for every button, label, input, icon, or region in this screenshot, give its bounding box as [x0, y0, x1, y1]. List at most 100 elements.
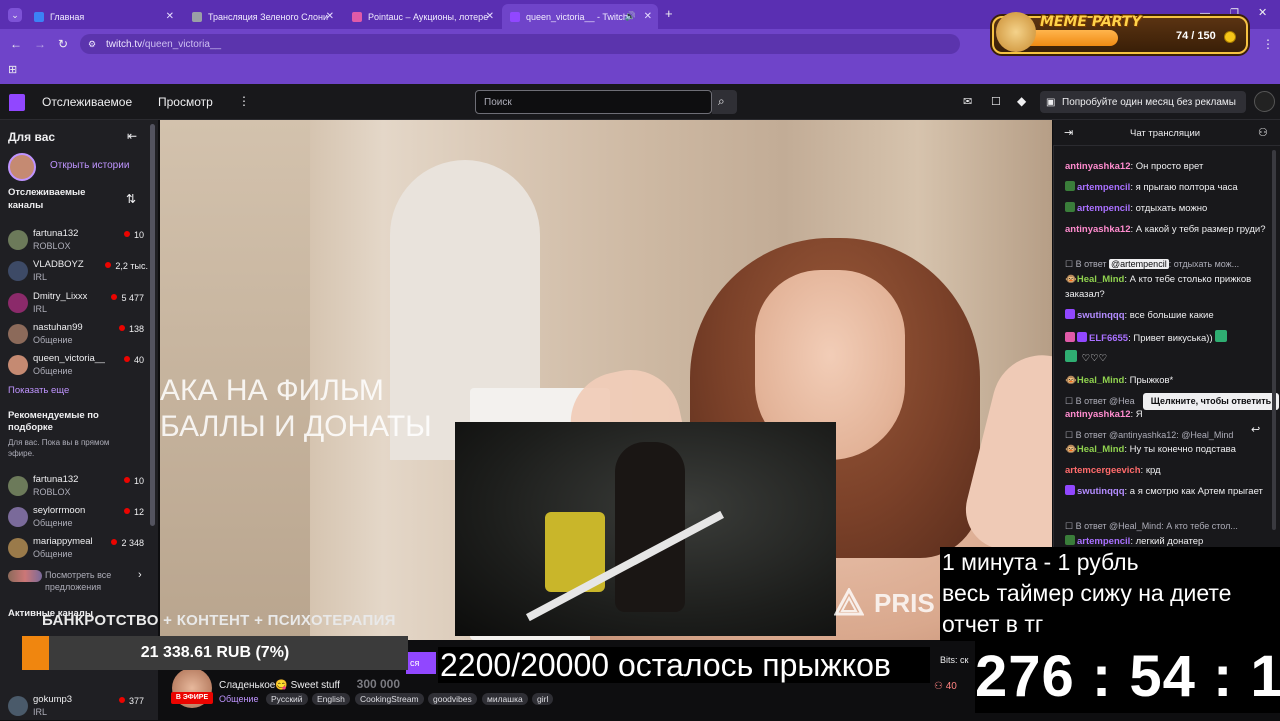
- avatar: [8, 355, 28, 375]
- close-tab-icon[interactable]: ✕: [326, 11, 334, 22]
- chat-text: А какой у тебя размер груди?: [1135, 224, 1266, 235]
- site-info-icon[interactable]: ⚙: [88, 39, 96, 50]
- chat-reply-context[interactable]: ☐ В ответ @artempencil: отдыхать мож...: [1065, 259, 1265, 270]
- overlay-line: весь таймер сижу на диете: [942, 580, 1232, 606]
- sidebar-item-fartuna132[interactable]: fartuna132 ROBLOX 10: [0, 225, 158, 255]
- chat-username[interactable]: antinyashka12: [1065, 161, 1130, 172]
- chat-message[interactable]: artempencil: я прыгаю полтора часа: [1065, 180, 1275, 195]
- back-arrow-icon[interactable]: ←: [10, 38, 22, 50]
- twitch-logo-icon[interactable]: [9, 94, 25, 111]
- ad-free-promo-button[interactable]: ▣ Попробуйте один месяц без рекламы: [1040, 91, 1246, 113]
- whispers-icon[interactable]: ☐: [991, 96, 1001, 108]
- sidebar-item-mariappymeal[interactable]: mariappymeal Общение 2 348: [0, 533, 158, 563]
- community-icon[interactable]: ⚇: [1258, 127, 1268, 139]
- channel-category: IRL: [33, 304, 48, 314]
- chat-text: Он просто врет: [1135, 161, 1204, 172]
- overlay-banner-text: БАНКРОТСТВО + КОНТЕНТ + ПСИХОТЕРАПИЯ: [42, 612, 396, 629]
- reload-icon[interactable]: ↻: [58, 38, 68, 50]
- chat-reply-context[interactable]: ☐ В ответ @Heal_Mind: А кто тебе стол...: [1065, 521, 1265, 532]
- stream-category-link[interactable]: Общение: [219, 694, 258, 704]
- chat-username[interactable]: antinyashka12: [1065, 224, 1130, 235]
- chevron-right-icon: ›: [138, 569, 142, 581]
- more-options-icon[interactable]: ⋮: [238, 95, 250, 107]
- chat-message[interactable]: artempencil: отдыхать можно: [1065, 201, 1275, 216]
- close-tab-icon[interactable]: ✕: [644, 11, 652, 22]
- subscribe-button-fragment[interactable]: ся: [406, 652, 436, 674]
- see-all-recommendations[interactable]: Посмотреть все предложения ›: [8, 568, 148, 594]
- chat-scrollbar[interactable]: [1272, 150, 1276, 530]
- user-avatar[interactable]: [1254, 91, 1275, 112]
- sidebar-item-fartuna132-rec[interactable]: fartuna132 ROBLOX 10: [0, 471, 158, 501]
- sidebar-item-nastuhan99[interactable]: nastuhan99 Общение 138: [0, 319, 158, 349]
- search-button[interactable]: ⌕: [712, 90, 737, 114]
- browser-tab-pointauc[interactable]: Pointauc – Аукционы, лотереи ✕: [344, 4, 500, 29]
- chat-text: а я смотрю как Артем прыгает: [1129, 486, 1263, 497]
- reply-icon: ☐: [1065, 259, 1074, 269]
- chat-username[interactable]: swutinqqq: [1077, 310, 1125, 321]
- collapse-chat-icon[interactable]: ⇥: [1064, 127, 1073, 139]
- browser-menu-icon[interactable]: ⋮: [1262, 38, 1274, 50]
- speaker-icon[interactable]: 🔊: [625, 11, 636, 22]
- chat-message[interactable]: 🐵Heal_Mind: Прыжков*: [1065, 373, 1275, 388]
- new-tab-icon[interactable]: +: [665, 7, 673, 20]
- chat-message[interactable]: artemcergeevich: крд: [1065, 463, 1275, 478]
- browser-tab-elephant[interactable]: Трансляция Зеленого Слоника ✕: [184, 4, 340, 29]
- nav-following[interactable]: Отслеживаемое: [42, 95, 132, 109]
- tag-goodvibes[interactable]: goodvibes: [428, 693, 477, 705]
- apps-grid-icon[interactable]: ⊞: [8, 64, 17, 76]
- chat-username[interactable]: Heal_Mind: [1077, 274, 1125, 285]
- jumps-remaining-overlay: 2200/20000 осталось прыжков: [438, 647, 930, 683]
- stacked-avatars-icon: [8, 570, 42, 582]
- sidebar-item-seylorrmoon[interactable]: seylorrmoon Общение 12: [0, 502, 158, 532]
- collapse-sidebar-icon[interactable]: ⇤: [127, 130, 137, 142]
- reply-arrow-icon[interactable]: ↩: [1251, 424, 1260, 436]
- tag-cookingstream[interactable]: CookingStream: [355, 693, 424, 705]
- chat-message[interactable]: swutinqqq: все большие какие: [1065, 308, 1275, 323]
- chat-username[interactable]: ELF6655: [1089, 333, 1128, 344]
- chat-username[interactable]: artempencil: [1077, 536, 1130, 547]
- nav-browse[interactable]: Просмотр: [158, 95, 213, 109]
- tab-menu-icon[interactable]: ⌄: [8, 8, 22, 22]
- search-input[interactable]: Поиск: [475, 90, 712, 114]
- chat-text: крд: [1145, 465, 1161, 476]
- open-stories-link[interactable]: Открыть истории: [50, 160, 129, 171]
- chat-reply-context[interactable]: ☐ В ответ @antinyashka12: @Heal_Mind: [1065, 430, 1265, 441]
- chat-username[interactable]: antinyashka12: [1065, 409, 1130, 420]
- bits-icon[interactable]: ◆: [1017, 95, 1026, 107]
- browser-tab-home[interactable]: Главная ✕: [26, 4, 180, 29]
- chat-username[interactable]: Heal_Mind: [1077, 375, 1125, 386]
- chat-message[interactable]: swutinqqq: а я смотрю как Артем прыгает: [1065, 484, 1275, 499]
- sort-icon[interactable]: ⇅: [126, 193, 136, 205]
- chat-message[interactable]: antinyashka12: Он просто врет: [1065, 159, 1275, 174]
- sidebar-item-queen-victoria[interactable]: queen_victoria__ Общение 40: [0, 350, 158, 380]
- close-tab-icon[interactable]: ✕: [486, 11, 494, 22]
- tag-russian[interactable]: Русский: [266, 693, 308, 705]
- close-window-icon[interactable]: ✕: [1258, 7, 1267, 19]
- tag-english[interactable]: English: [312, 693, 350, 705]
- close-tab-icon[interactable]: ✕: [166, 11, 174, 22]
- inbox-icon[interactable]: ✉: [963, 96, 972, 108]
- avatar: [8, 476, 28, 496]
- chat-message[interactable]: antinyashka12: А какой у тебя размер гру…: [1065, 222, 1275, 237]
- chat-username[interactable]: artemcergeevich: [1065, 465, 1141, 476]
- url-input[interactable]: ⚙ twitch.tv/queen_victoria__: [80, 34, 960, 54]
- sidebar-item-dmitry-lixxx[interactable]: Dmitry_Lixxx IRL 5 477: [0, 288, 158, 318]
- chat-message[interactable]: 🐵Heal_Mind: А кто тебе столько прижков з…: [1065, 272, 1275, 302]
- channel-category: ROBLOX: [33, 241, 71, 251]
- forward-arrow-icon[interactable]: →: [34, 38, 46, 50]
- tab-title: Трансляция Зеленого Слоника: [208, 11, 328, 22]
- sidebar-scrollbar[interactable]: [150, 124, 155, 526]
- tag-girl[interactable]: girl: [532, 693, 554, 705]
- chat-username[interactable]: artempencil: [1077, 203, 1130, 214]
- chat-message[interactable]: 🐵Heal_Mind: Ну ты конечно подстава: [1065, 442, 1275, 457]
- sidebar-item-gokump3[interactable]: gokump3 IRL 377: [0, 691, 158, 721]
- chat-username[interactable]: Heal_Mind: [1077, 444, 1125, 455]
- show-more-link[interactable]: Показать еще: [8, 385, 69, 396]
- stories-avatar[interactable]: [8, 153, 36, 181]
- browser-tab-twitch[interactable]: queen_victoria__ - Twitch 🔊 ✕: [502, 4, 658, 29]
- sidebar-item-vladboyz[interactable]: VLADBOYZ IRL 2,2 тыс.: [0, 256, 158, 286]
- chat-message[interactable]: ELF6655: Привет викуська)): [1065, 330, 1275, 346]
- chat-username[interactable]: artempencil: [1077, 182, 1130, 193]
- tag-milashka[interactable]: милашка: [482, 693, 528, 705]
- chat-username[interactable]: swutinqqq: [1077, 486, 1125, 497]
